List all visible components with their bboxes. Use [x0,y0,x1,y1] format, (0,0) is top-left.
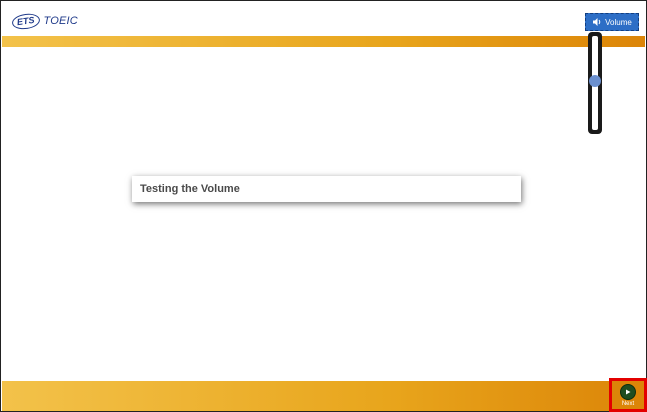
header-gold-bar [2,36,645,47]
volume-button[interactable]: Volume [585,13,639,31]
play-icon [620,383,636,400]
logo-ets: ETS [11,11,41,31]
volume-slider-thumb[interactable] [589,75,601,87]
volume-button-label: Volume [605,17,632,27]
footer-gold-bar [2,381,645,411]
logo-toeic: TOEIC [43,15,78,27]
header: ETS TOEIC [2,2,645,36]
next-button-label: Next [621,400,635,407]
ets-toeic-logo: ETS TOEIC [11,11,78,31]
speaker-icon [593,18,601,26]
volume-test-title: Testing the Volume [140,183,240,195]
volume-test-card: Testing the Volume [132,176,521,202]
volume-slider[interactable] [588,32,602,134]
test-window: ETS TOEIC Volume Testing the Volume Next [0,0,647,412]
next-button[interactable]: Next [609,378,647,412]
